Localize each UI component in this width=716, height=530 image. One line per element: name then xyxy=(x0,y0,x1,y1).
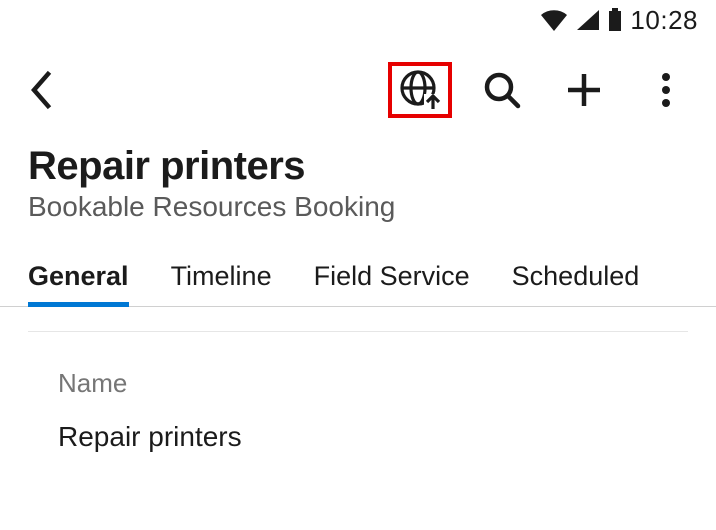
tab-scheduled[interactable]: Scheduled xyxy=(512,261,640,306)
tab-bar: General Timeline Field Service Scheduled xyxy=(0,241,716,307)
overflow-button[interactable] xyxy=(634,58,698,122)
battery-icon xyxy=(608,8,622,32)
highlight-annotation xyxy=(388,62,452,118)
tab-general[interactable]: General xyxy=(28,261,129,306)
app-bar xyxy=(0,40,716,140)
name-field-label: Name xyxy=(58,368,658,399)
search-button[interactable] xyxy=(470,58,534,122)
status-time: 10:28 xyxy=(630,5,698,36)
globe-upload-icon xyxy=(398,68,442,112)
tab-field-service[interactable]: Field Service xyxy=(314,261,470,306)
page-subtitle: Bookable Resources Booking xyxy=(28,191,688,223)
add-icon xyxy=(564,70,604,110)
add-button[interactable] xyxy=(552,58,616,122)
tab-timeline[interactable]: Timeline xyxy=(171,261,272,306)
form-section: Name Repair printers xyxy=(0,332,716,453)
name-field-value[interactable]: Repair printers xyxy=(58,421,658,453)
globe-upload-button[interactable] xyxy=(388,58,452,122)
title-block: Repair printers Bookable Resources Booki… xyxy=(0,140,716,241)
more-vertical-icon xyxy=(660,70,672,110)
wifi-icon xyxy=(540,9,568,31)
page-title: Repair printers xyxy=(28,144,688,189)
back-icon xyxy=(28,70,56,110)
cellular-icon xyxy=(576,9,600,31)
back-button[interactable] xyxy=(18,66,66,114)
status-bar: 10:28 xyxy=(0,0,716,40)
search-icon xyxy=(482,70,522,110)
